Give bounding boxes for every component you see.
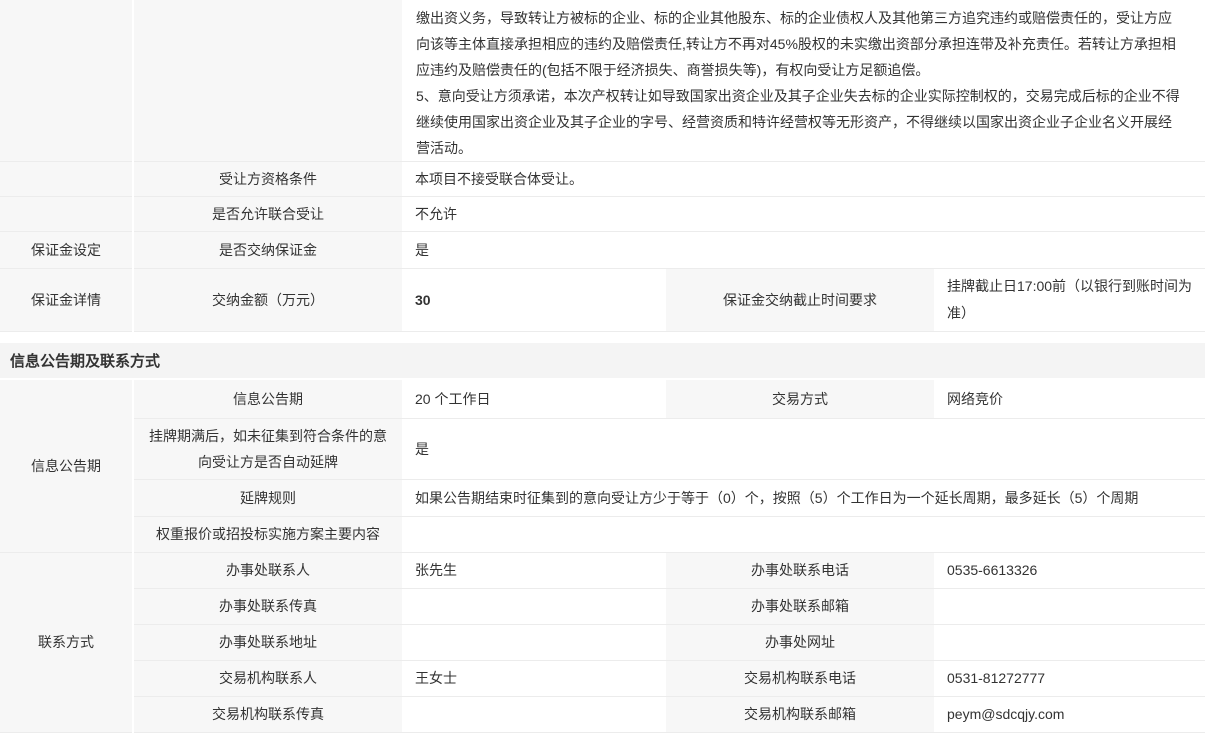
field-value	[402, 696, 666, 732]
row-extension-rule: 延牌规则 如果公告期结束时征集到的意向受让方少于等于（0）个，按照（5）个工作日…	[0, 479, 1205, 516]
group-cell-deposit-detail: 保证金详情	[0, 269, 133, 332]
section-title: 信息公告期及联系方式	[10, 350, 160, 371]
field-label: 办事处联系人	[133, 552, 402, 588]
field-value: 0535-6613326	[934, 552, 1205, 588]
deposit-amount-value: 30	[402, 269, 666, 332]
row-deposit-required: 保证金设定 是否交纳保证金 是	[0, 232, 1205, 269]
disclosure-paragraph-1: 缴出资义务，导致转让方被标的企业、标的企业其他股东、标的企业债权人及其他第三方追…	[416, 5, 1181, 83]
field-value	[934, 588, 1205, 624]
field-label: 挂牌期满后，如未征集到符合条件的意向受让方是否自动延牌	[133, 418, 402, 479]
row-deposit-detail: 保证金详情 交纳金额（万元） 30 保证金交纳截止时间要求 挂牌截止日17:00…	[0, 269, 1205, 332]
group-cell-announcement-period: 信息公告期	[0, 380, 133, 552]
field-value: peym@sdcqjy.com	[934, 696, 1205, 732]
deposit-amount: 30	[415, 292, 431, 308]
field-value: 20 个工作日	[402, 380, 666, 418]
field-label: 交易机构联系电话	[666, 660, 934, 696]
field-label: 交易机构联系人	[133, 660, 402, 696]
group-cell-empty	[0, 197, 133, 232]
field-label: 交易方式	[666, 380, 934, 418]
field-value	[402, 588, 666, 624]
row-auto-extension: 挂牌期满后，如未征集到符合条件的意向受让方是否自动延牌 是	[0, 418, 1205, 479]
row-transferee-qualification: 受让方资格条件 本项目不接受联合体受让。	[0, 162, 1205, 197]
field-value: 是	[402, 418, 1205, 479]
field-label: 信息公告期	[133, 380, 402, 418]
field-value: 如果公告期结束时征集到的意向受让方少于等于（0）个，按照（5）个工作日为一个延长…	[402, 479, 1205, 516]
row-office-fax-email: 办事处联系传真 办事处联系邮箱	[0, 588, 1205, 624]
field-label: 办事处联系传真	[133, 588, 402, 624]
field-value: 王女士	[402, 660, 666, 696]
field-label: 延牌规则	[133, 479, 402, 516]
field-label: 办事处联系地址	[133, 624, 402, 660]
field-label: 受让方资格条件	[133, 162, 402, 197]
deposit-deadline-value: 挂牌截止日17:00前（以银行到账时间为准）	[934, 269, 1205, 332]
bottom-gap	[0, 733, 1205, 738]
field-value: 0531-81272777	[934, 660, 1205, 696]
field-value: 网络竞价	[934, 380, 1205, 418]
disclosure-text-cell: 缴出资义务，导致转让方被标的企业、标的企业其他股东、标的企业债权人及其他第三方追…	[402, 0, 1205, 162]
field-label: 交纳金额（万元）	[133, 269, 402, 332]
row-disclosure-continuation: 缴出资义务，导致转让方被标的企业、标的企业其他股东、标的企业债权人及其他第三方追…	[0, 0, 1205, 162]
group-cell-empty	[0, 0, 133, 162]
row-office-contact-person: 联系方式 办事处联系人 张先生 办事处联系电话 0535-6613326	[0, 552, 1205, 588]
disclosure-paragraph-2: 5、意向受让方须承诺，本次产权转让如导致国家出资企业及其子企业失去标的企业实际控…	[416, 83, 1181, 157]
field-label: 交易机构联系邮箱	[666, 696, 934, 732]
deposit-deadline-text: 挂牌截止日17:00前（以银行到账时间为准）	[947, 273, 1195, 327]
row-office-address-website: 办事处联系地址 办事处网址	[0, 624, 1205, 660]
field-label: 保证金交纳截止时间要求	[666, 269, 934, 332]
field-value	[934, 624, 1205, 660]
disclosure-text: 缴出资义务，导致转让方被标的企业、标的企业其他股东、标的企业债权人及其他第三方追…	[415, 4, 1195, 157]
row-institution-fax-email: 交易机构联系传真 交易机构联系邮箱 peym@sdcqjy.com	[0, 696, 1205, 732]
field-label: 是否交纳保证金	[133, 232, 402, 269]
announcement-contact-table: 信息公告期 信息公告期 20 个工作日 交易方式 网络竞价 挂牌期满后，如未征集…	[0, 380, 1205, 733]
field-label: 权重报价或招投标实施方案主要内容	[133, 516, 402, 552]
field-label: 办事处联系邮箱	[666, 588, 934, 624]
field-value: 是	[402, 232, 1205, 269]
label-cell-empty	[133, 0, 402, 162]
group-cell-contact-info: 联系方式	[0, 552, 133, 732]
field-label: 办事处联系电话	[666, 552, 934, 588]
field-label: 是否允许联合受让	[133, 197, 402, 232]
group-cell-deposit-setting: 保证金设定	[0, 232, 133, 269]
field-value: 不允许	[402, 197, 1205, 232]
row-institution-contact-person: 交易机构联系人 王女士 交易机构联系电话 0531-81272777	[0, 660, 1205, 696]
listing-detail-page: 缴出资义务，导致转让方被标的企业、标的企业其他股东、标的企业债权人及其他第三方追…	[0, 0, 1205, 738]
field-label: 办事处网址	[666, 624, 934, 660]
section-header-bar: 信息公告期及联系方式	[0, 343, 1205, 380]
row-joint-transfer-allowed: 是否允许联合受让 不允许	[0, 197, 1205, 232]
field-label: 交易机构联系传真	[133, 696, 402, 732]
margin-table: 缴出资义务，导致转让方被标的企业、标的企业其他股东、标的企业债权人及其他第三方追…	[0, 0, 1205, 332]
table-gap	[0, 332, 1205, 343]
row-weighted-bid-plan: 权重报价或招投标实施方案主要内容	[0, 516, 1205, 552]
group-cell-empty	[0, 162, 133, 197]
field-value: 本项目不接受联合体受让。	[402, 162, 1205, 197]
row-announcement-period: 信息公告期 信息公告期 20 个工作日 交易方式 网络竞价	[0, 380, 1205, 418]
field-value	[402, 516, 1205, 552]
field-value: 张先生	[402, 552, 666, 588]
field-value	[402, 624, 666, 660]
